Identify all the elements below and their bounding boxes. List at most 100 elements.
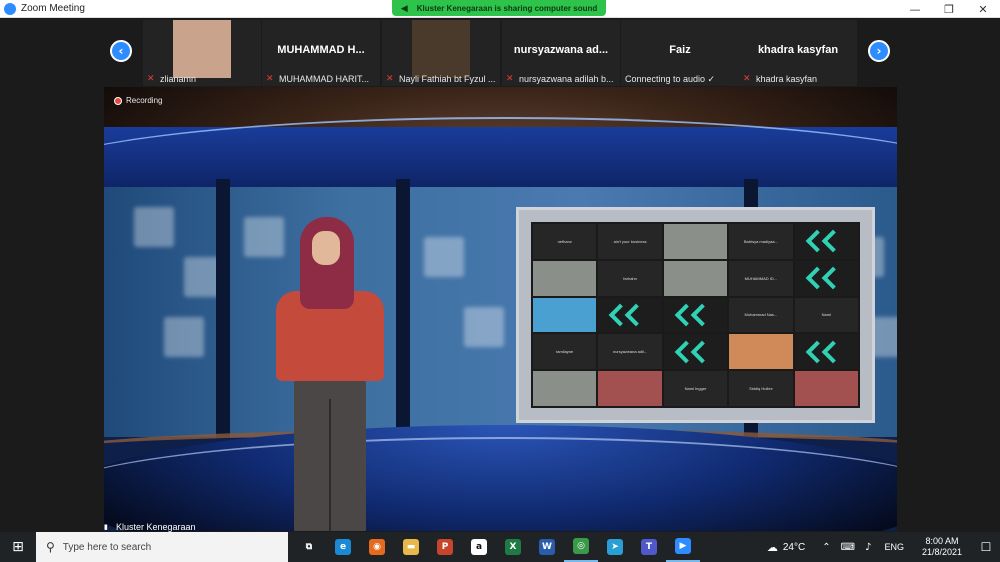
participant-tile[interactable]: Faiz Connecting to audio ✓ bbox=[621, 20, 739, 86]
chevron-pattern-icon bbox=[821, 230, 844, 253]
taskbar-app-button[interactable]: ▶ bbox=[666, 532, 700, 562]
taskbar-app-button[interactable]: W bbox=[530, 532, 564, 562]
screen-grid-cell bbox=[729, 334, 793, 370]
taskbar-app-button[interactable]: X bbox=[496, 532, 530, 562]
screen-grid-name: Nami bbox=[821, 312, 831, 318]
screen-participant-grid: nefhanz ain't your business Batrisya madiy… bbox=[531, 222, 860, 408]
participant-name-label: zlianamn bbox=[160, 74, 197, 84]
muted-mic-icon: ✕ bbox=[147, 74, 155, 84]
participant-tile[interactable]: khadra kasyfan ✕ khadra kasyfan bbox=[739, 20, 857, 86]
sharing-banner-text: Kluster Kenegaraan is sharing computer s… bbox=[416, 3, 598, 13]
participant-display-name: Faiz bbox=[669, 44, 691, 56]
start-button[interactable]: ⊞ bbox=[0, 532, 36, 562]
taskbar-app-button[interactable]: a bbox=[462, 532, 496, 562]
taskbar-apps: ⧉ e ◉ ▬ Pa X W ◎ ➤ T ▶ bbox=[292, 532, 700, 562]
screen-grid-cell: Batrisya madiyaa... bbox=[729, 224, 793, 259]
language-indicator[interactable]: ENG bbox=[884, 542, 904, 552]
screen-grid-cell bbox=[598, 371, 662, 406]
screen-grid-name: Siddiq Hullee bbox=[749, 386, 773, 392]
participant-name-label: Connecting to audio ✓ bbox=[625, 73, 716, 84]
muted-mic-icon: ✕ bbox=[266, 74, 274, 84]
recording-dot-icon bbox=[114, 96, 122, 105]
taskbar-app-button[interactable]: e bbox=[326, 532, 360, 562]
studio-floor-arc bbox=[104, 437, 897, 531]
screen-grid-cell: nursyazwana adil... bbox=[598, 334, 662, 370]
participant-tile[interactable]: MUHAMMAD H... ✕ MUHAMMAD HARIT... bbox=[262, 20, 380, 86]
screen-grid-cell: Nami Ingger bbox=[663, 371, 728, 406]
signal-bars-icon: ▮ bbox=[104, 523, 108, 531]
powerpoint-icon: P bbox=[437, 539, 453, 555]
participant-tile[interactable]: ✕ Nayli Fathiah bt Fyzul ... bbox=[382, 20, 500, 86]
next-page-button[interactable]: › bbox=[868, 40, 890, 62]
restore-button[interactable]: ❐ bbox=[932, 0, 966, 18]
participant-tile[interactable]: ✕ zlianamn bbox=[143, 20, 261, 86]
active-speaker-name: Kluster Kenegaraan bbox=[116, 522, 196, 532]
wall-light bbox=[424, 237, 464, 277]
screen-grid-cell: ain't your business bbox=[598, 224, 662, 259]
temperature: 24°C bbox=[782, 541, 806, 553]
speaker-icon: ◀ bbox=[400, 3, 408, 13]
participant-footer: ✕ zlianamn bbox=[147, 72, 257, 86]
screen-grid-cell: Muhammad Nas... bbox=[729, 297, 793, 333]
taskbar-app-button[interactable]: P bbox=[428, 532, 462, 562]
recording-indicator[interactable]: Recording bbox=[114, 96, 162, 105]
system-tray: ☁ 24°C ⌃ ⌨ ♪ ENG 8:00 AM 21/8/2021 ☐ bbox=[767, 532, 1000, 562]
chevron-up-icon[interactable]: ⌃ bbox=[822, 542, 830, 553]
presenter-pants bbox=[294, 379, 366, 531]
weather-widget[interactable]: ☁ 24°C bbox=[767, 541, 805, 554]
participant-footer: ✕ Nayli Fathiah bt Fyzul ... bbox=[386, 72, 496, 86]
chevron-pattern-icon bbox=[690, 340, 714, 364]
screen-grid-cell bbox=[794, 224, 858, 259]
screen-grid-cell bbox=[663, 260, 728, 296]
taskbar-search[interactable]: ⚲ Type here to search bbox=[36, 532, 288, 562]
screen-grid-cell: farhahn bbox=[598, 260, 662, 296]
search-icon: ⚲ bbox=[46, 540, 55, 554]
wall-light bbox=[464, 307, 504, 347]
studio-pillar bbox=[216, 179, 230, 439]
screen-grid-name: nursyazwana adil... bbox=[612, 349, 648, 355]
sharing-sound-banner[interactable]: ◀ Kluster Kenegaraan is sharing computer… bbox=[392, 0, 606, 16]
active-speaker-video[interactable]: nefhanz ain't your business Batrisya madiy… bbox=[104, 87, 897, 531]
excel-icon: X bbox=[505, 539, 521, 555]
window-controls: — ❐ ✕ bbox=[898, 0, 1000, 18]
participant-display-name: MUHAMMAD H... bbox=[277, 44, 365, 56]
wall-light bbox=[134, 207, 174, 247]
zoom-app-icon bbox=[4, 2, 16, 15]
taskbar-app-button[interactable]: ◉ bbox=[360, 532, 394, 562]
wall-light bbox=[164, 317, 204, 357]
task-view-icon: ⧉ bbox=[301, 539, 317, 555]
taskbar-app-button[interactable]: T bbox=[632, 532, 666, 562]
screen-grid-cell bbox=[794, 260, 858, 296]
word-icon: W bbox=[539, 539, 555, 555]
participant-footer: ✕ nursyazwana adilah b... bbox=[506, 72, 616, 86]
taskbar-app-button[interactable]: ◎ bbox=[564, 532, 598, 562]
network-icon[interactable]: ⌨ bbox=[841, 542, 855, 553]
screen-grid-cell bbox=[794, 371, 858, 406]
clock-date: 21/8/2021 bbox=[921, 547, 962, 557]
taskbar-app-button[interactable]: ➤ bbox=[598, 532, 632, 562]
taskbar-app-button[interactable]: ⧉ bbox=[292, 532, 326, 562]
participant-video bbox=[412, 20, 470, 78]
search-placeholder: Type here to search bbox=[62, 541, 152, 553]
chevron-pattern-icon bbox=[821, 266, 844, 290]
participant-name-label: khadra kasyfan bbox=[756, 74, 818, 84]
volume-icon[interactable]: ♪ bbox=[865, 542, 871, 553]
screen-grid-cell bbox=[663, 224, 728, 259]
participant-name-label: Nayli Fathiah bt Fyzul ... bbox=[399, 74, 496, 84]
screen-grid-cell bbox=[663, 334, 728, 370]
chevron-pattern-icon bbox=[690, 303, 714, 327]
close-button[interactable]: ✕ bbox=[966, 0, 1000, 18]
screen-grid-cell: nefhanz bbox=[533, 224, 597, 259]
previous-page-button[interactable]: ‹ bbox=[110, 40, 132, 62]
clock[interactable]: 8:00 AM 21/8/2021 bbox=[922, 536, 962, 558]
participant-tile[interactable]: nursyazwana ad... ✕ nursyazwana adilah b..… bbox=[502, 20, 620, 86]
screen-grid-cell bbox=[794, 334, 858, 370]
taskbar-app-button[interactable]: ▬ bbox=[394, 532, 428, 562]
screen-grid-cell bbox=[598, 297, 662, 333]
meeting-area: ✕ zlianamn MUHAMMAD H... ✕ MUHAMMAD HARIT...… bbox=[0, 18, 1000, 532]
notification-icon[interactable]: ☐ bbox=[972, 540, 1000, 554]
minimize-button[interactable]: — bbox=[898, 0, 932, 18]
screen-grid-name: ain't your business bbox=[613, 238, 647, 244]
studio-pillar bbox=[396, 179, 410, 439]
screen-grid-cell: MUHAMMAD ID... bbox=[729, 260, 793, 296]
